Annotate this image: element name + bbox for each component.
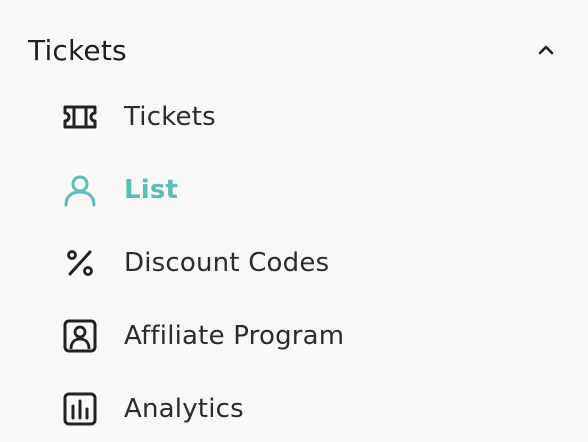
sidebar-section: Tickets Tickets List Discount Codes Affi… <box>0 0 588 442</box>
sidebar-item-tickets[interactable]: Tickets <box>60 80 560 153</box>
contact-card-icon <box>60 316 100 356</box>
percent-icon <box>60 243 100 283</box>
sidebar-item-affiliate-program[interactable]: Affiliate Program <box>60 299 560 372</box>
sidebar-item-analytics[interactable]: Analytics <box>60 372 560 442</box>
user-icon <box>60 170 100 210</box>
sidebar-item-label: List <box>124 174 179 205</box>
sidebar-item-discount-codes[interactable]: Discount Codes <box>60 226 560 299</box>
section-header-tickets[interactable]: Tickets <box>28 28 560 72</box>
bar-chart-icon <box>60 389 100 429</box>
sidebar-item-list[interactable]: List <box>60 153 560 226</box>
sidebar-item-label: Discount Codes <box>124 247 330 278</box>
sidebar-item-label: Tickets <box>124 101 216 132</box>
sidebar-items: Tickets List Discount Codes Affiliate Pr… <box>60 80 560 442</box>
sidebar-item-label: Affiliate Program <box>124 320 345 351</box>
sidebar-item-label: Analytics <box>124 393 244 424</box>
section-title: Tickets <box>28 33 127 67</box>
chevron-up-icon[interactable] <box>532 36 560 64</box>
ticket-icon <box>60 97 100 137</box>
